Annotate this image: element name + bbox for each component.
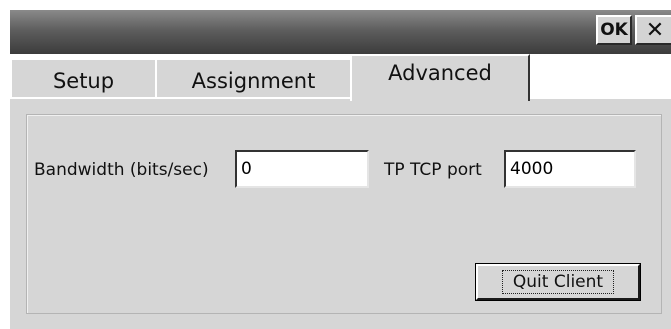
tab-assignment[interactable]: Assignment [155,58,351,98]
tab-advanced[interactable]: Advanced [350,54,530,101]
tcp-port-label: TP TCP port [384,160,482,180]
tab-strip: Setup Assignment Advanced [10,54,671,101]
ok-button[interactable]: OK [596,15,632,45]
close-icon: ✕ [645,17,665,43]
close-button[interactable]: ✕ [635,15,671,45]
bandwidth-label: Bandwidth (bits/sec) [34,160,209,180]
title-bar: OK ✕ [10,10,671,54]
tab-divider [10,97,671,99]
tcp-port-input[interactable]: 4000 [504,150,636,188]
tab-setup[interactable]: Setup [10,58,156,98]
quit-client-button[interactable]: Quit Client [476,264,640,300]
bandwidth-input[interactable]: 0 [235,150,369,188]
quit-client-label: Quit Client [501,270,615,294]
